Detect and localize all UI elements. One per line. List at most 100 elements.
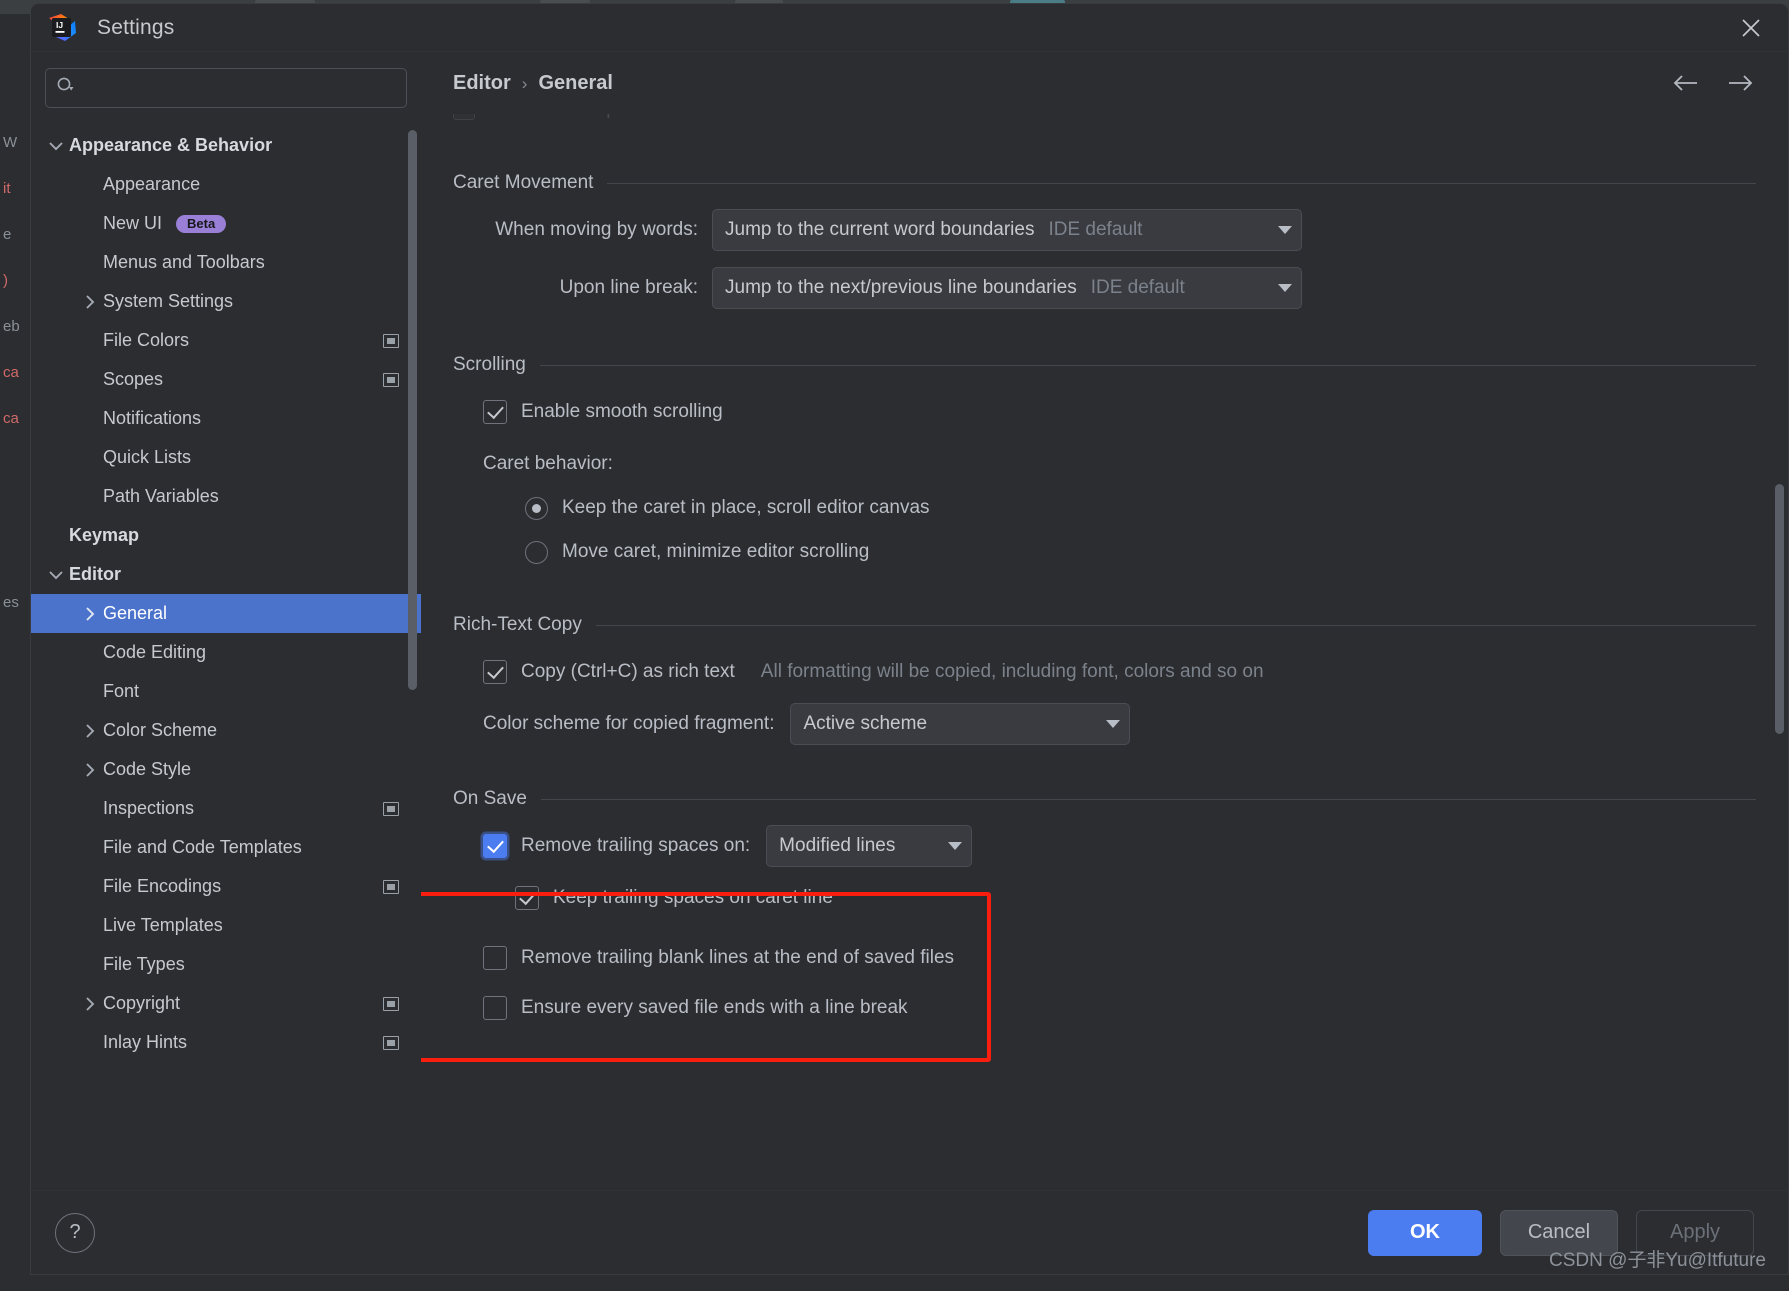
copy-as-rich-text-checkbox[interactable] xyxy=(483,660,507,684)
dialog-footer: ? OK Cancel Apply CSDN @子非Yu@Itfuture xyxy=(31,1190,1788,1274)
sidebar-item-editor[interactable]: Editor xyxy=(31,555,421,594)
content-scrollbar[interactable] xyxy=(1775,484,1784,734)
sidebar-item-keymap[interactable]: Keymap xyxy=(31,516,421,555)
remove-trailing-blank-lines-checkbox[interactable] xyxy=(483,946,507,970)
chevron-down-icon[interactable] xyxy=(43,570,69,580)
row-remove-trailing-spaces: Remove trailing spaces on: Modified line… xyxy=(453,824,1756,868)
keep-trailing-spaces-checkbox[interactable] xyxy=(515,886,539,910)
remove-trailing-spaces-combo[interactable]: Modified lines xyxy=(766,825,973,867)
sidebar-item-font[interactable]: Font xyxy=(31,672,421,711)
remove-trailing-spaces-value: Modified lines xyxy=(779,835,896,856)
chevron-right-icon[interactable] xyxy=(77,606,103,621)
move-caret-radio[interactable] xyxy=(525,540,548,564)
breadcrumb-separator-icon: › xyxy=(521,73,528,93)
settings-dialog: IJ Settings Appearance & Behavior Appear… xyxy=(30,3,1789,1275)
sidebar-item-label: Scopes xyxy=(103,369,164,389)
sidebar-item-label: Path Variables xyxy=(103,486,219,506)
sidebar-item-color-scheme[interactable]: Color Scheme xyxy=(31,711,421,750)
arrow-left-icon[interactable] xyxy=(1672,70,1698,96)
project-scope-icon xyxy=(383,333,399,348)
chevron-right-icon[interactable] xyxy=(77,723,103,738)
sidebar-item-menus-and-toolbars[interactable]: Menus and Toolbars xyxy=(31,243,421,282)
sidebar-item-file-and-code-templates[interactable]: File and Code Templates xyxy=(31,828,421,867)
sidebar-item-quick-lists[interactable]: Quick Lists xyxy=(31,438,421,477)
chevron-right-icon[interactable] xyxy=(77,762,103,777)
chevron-down-icon xyxy=(929,841,963,851)
chevron-down-icon xyxy=(1087,719,1121,729)
dialog-title: Settings xyxy=(97,15,175,39)
sidebar-item-inlay-hints[interactable]: Inlay Hints xyxy=(31,1023,421,1062)
chevron-right-icon[interactable] xyxy=(77,294,103,309)
sidebar-item-scopes[interactable]: Scopes xyxy=(31,360,421,399)
sidebar-item-copyright[interactable]: Copyright xyxy=(31,984,421,1023)
sidebar-item-general[interactable]: General xyxy=(31,594,421,633)
sidebar-scrollbar[interactable] xyxy=(408,130,417,690)
sidebar-item-appearance-behavior[interactable]: Appearance & Behavior xyxy=(31,126,421,165)
sidebar-item-system-settings[interactable]: System Settings xyxy=(31,282,421,321)
rich-text-copy-title: Rich-Text Copy xyxy=(453,614,582,635)
caret-movement-header: Caret Movement xyxy=(453,172,1756,194)
enable-smooth-scrolling-checkbox[interactable] xyxy=(483,400,507,424)
breadcrumb-root[interactable]: Editor xyxy=(453,72,511,95)
clipped-setting-row: Show virtual space at the bottom of the … xyxy=(453,114,846,120)
section-caret-movement: Caret Movement When moving by words: Jum… xyxy=(453,172,1756,310)
chevron-down-icon[interactable] xyxy=(43,141,69,151)
sidebar-item-label: Inlay Hints xyxy=(103,1032,188,1052)
svg-text:IJ: IJ xyxy=(56,20,63,30)
sidebar-item-code-style[interactable]: Code Style xyxy=(31,750,421,789)
search-box[interactable] xyxy=(45,68,407,108)
search-input[interactable] xyxy=(84,79,396,97)
sidebar-item-file-colors[interactable]: File Colors xyxy=(31,321,421,360)
sidebar-item-file-encodings[interactable]: File Encodings xyxy=(31,867,421,906)
search-icon xyxy=(56,76,76,101)
settings-content-pane: Editor › General Caret Movement When mov… xyxy=(421,52,1788,1190)
sidebar-item-live-templates[interactable]: Live Templates xyxy=(31,906,421,945)
sidebar-item-appearance[interactable]: Appearance xyxy=(31,165,421,204)
ensure-line-break-checkbox[interactable] xyxy=(483,996,507,1020)
section-rich-text-copy: Rich-Text Copy Copy (Ctrl+C) as rich tex… xyxy=(453,614,1756,746)
arrow-right-icon[interactable] xyxy=(1728,70,1754,96)
clipped-label: Show virtual space at the bottom of the … xyxy=(488,114,846,120)
row-enable-smooth-scrolling: Enable smooth scrolling xyxy=(453,390,1756,434)
sidebar-item-label: Notifications xyxy=(103,408,202,428)
enable-smooth-scrolling-label: Enable smooth scrolling xyxy=(521,401,723,422)
sidebar-item-label: Appearance xyxy=(103,174,201,194)
sidebar-item-code-editing[interactable]: Code Editing xyxy=(31,633,421,672)
settings-content: Show virtual space at the bottom of the … xyxy=(421,114,1788,1190)
section-scrolling: Scrolling Enable smooth scrolling Caret … xyxy=(453,354,1756,574)
dialog-titlebar: IJ Settings xyxy=(31,4,1788,52)
sidebar-item-label: Color Scheme xyxy=(103,720,218,740)
keep-caret-radio[interactable] xyxy=(525,496,548,520)
keep-trailing-spaces-label: Keep trailing spaces on caret line xyxy=(553,887,833,908)
chevron-right-icon[interactable] xyxy=(77,996,103,1011)
sidebar-item-label: Editor xyxy=(69,564,121,584)
sidebar-item-new-ui[interactable]: New UI Beta xyxy=(31,204,421,243)
sidebar-item-label: Menus and Toolbars xyxy=(103,252,265,272)
upon-line-break-label: Upon line break: xyxy=(559,277,698,298)
scrolling-header: Scrolling xyxy=(453,354,1756,376)
remove-trailing-spaces-label: Remove trailing spaces on: xyxy=(521,835,751,856)
sidebar-item-inspections[interactable]: Inspections xyxy=(31,789,421,828)
remove-trailing-spaces-checkbox[interactable] xyxy=(483,834,507,858)
ide-gutter-text: W it e ) eb ca ca es xyxy=(3,134,20,611)
close-icon[interactable] xyxy=(1732,9,1770,47)
sidebar-item-label: File and Code Templates xyxy=(103,837,302,857)
on-save-title: On Save xyxy=(453,788,527,809)
sidebar-item-path-variables[interactable]: Path Variables xyxy=(31,477,421,516)
color-scheme-combo[interactable]: Active scheme xyxy=(790,703,1131,745)
row-color-scheme-for-copied-fragment: Color scheme for copied fragment: Active… xyxy=(453,702,1756,746)
row-radio-keep-caret: Keep the caret in place, scroll editor c… xyxy=(453,486,1756,530)
when-moving-by-words-combo[interactable]: Jump to the current word boundaries IDE … xyxy=(712,209,1302,251)
navigation-buttons xyxy=(1672,70,1764,96)
copy-as-rich-text-hint: All formatting will be copied, including… xyxy=(760,661,1264,682)
sidebar-item-notifications[interactable]: Notifications xyxy=(31,399,421,438)
upon-line-break-combo[interactable]: Jump to the next/previous line boundarie… xyxy=(712,267,1302,309)
question-mark-icon[interactable]: ? xyxy=(55,1212,95,1253)
row-ensure-line-break: Ensure every saved file ends with a line… xyxy=(453,986,1756,1030)
sidebar-item-file-types[interactable]: File Types xyxy=(31,945,421,984)
row-remove-trailing-blank-lines: Remove trailing blank lines at the end o… xyxy=(453,936,1756,980)
sidebar-item-label: General xyxy=(103,603,168,623)
upon-line-break-hint: IDE default xyxy=(1090,277,1185,298)
sidebar-item-label: Code Style xyxy=(103,759,192,779)
ok-button[interactable]: OK xyxy=(1368,1209,1482,1256)
